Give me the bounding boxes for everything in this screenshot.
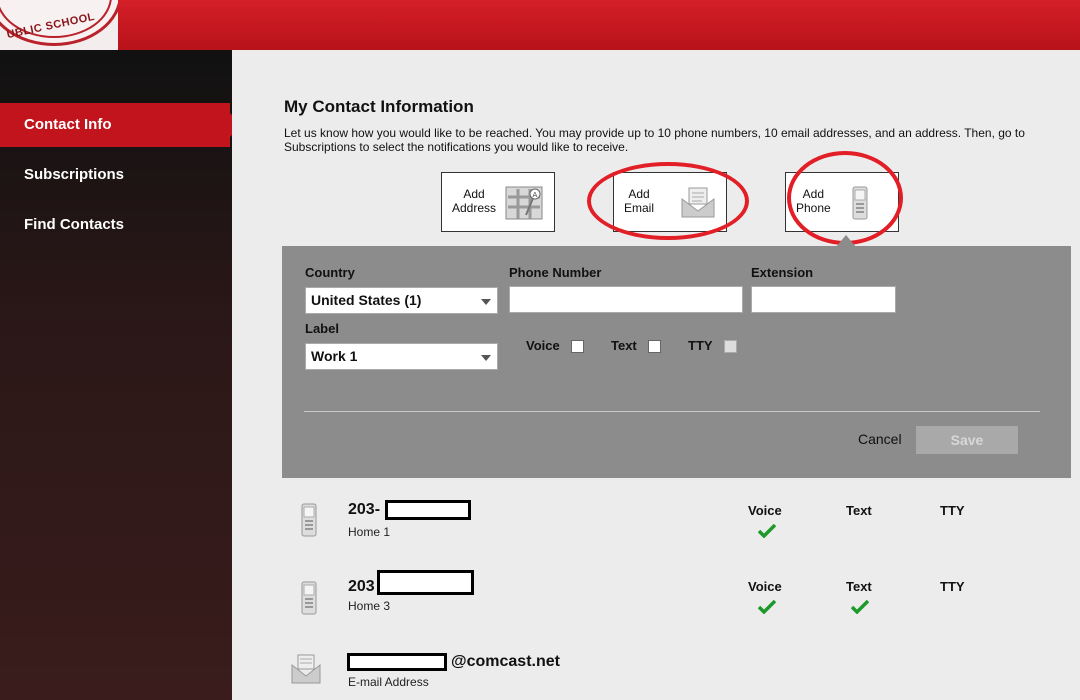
voice-checkmark-icon — [757, 599, 777, 619]
main-content: My Contact Information Let us know how y… — [232, 50, 1080, 700]
chevron-down-icon — [481, 355, 491, 361]
contact-label: Home 1 — [348, 525, 391, 539]
add-phone-line2: Phone — [796, 201, 831, 215]
envelope-icon — [680, 185, 716, 224]
page-description: Let us know how you would like to be rea… — [284, 126, 1025, 154]
tty-label: TTY — [688, 338, 713, 353]
redacted-block — [377, 570, 474, 595]
mobile-phone-icon — [300, 580, 318, 621]
tty-checkbox[interactable] — [724, 340, 737, 353]
envelope-icon — [290, 653, 322, 690]
text-column-header: Text — [846, 579, 872, 594]
extension-input[interactable] — [751, 286, 896, 313]
contact-label: E-mail Address — [348, 675, 429, 689]
mobile-phone-icon — [300, 502, 318, 543]
text-checkmark-icon — [850, 599, 870, 619]
sidebar: Contact Info Subscriptions Find Contacts — [0, 50, 242, 700]
svg-text:A: A — [533, 191, 538, 199]
form-divider — [304, 411, 1040, 412]
add-email-label: Add Email — [624, 187, 654, 215]
add-address-button[interactable]: Add Address A — [441, 172, 555, 232]
redacted-block — [385, 500, 471, 520]
phone-number-input[interactable] — [509, 286, 743, 313]
mobile-phone-icon — [850, 185, 870, 226]
label-select-value: Work 1 — [311, 348, 358, 364]
redacted-block — [347, 653, 447, 671]
text-label: Text — [611, 338, 637, 353]
add-phone-label: Add Phone — [796, 187, 831, 215]
school-logo[interactable]: UBLIC SCHOOL — [0, 0, 118, 50]
country-label: Country — [305, 265, 355, 280]
add-email-line2: Email — [624, 201, 655, 215]
label-select[interactable]: Work 1 — [305, 343, 498, 370]
label-label: Label — [305, 321, 339, 336]
chevron-down-icon — [481, 299, 491, 305]
add-address-line2: Address — [452, 201, 497, 215]
add-email-button[interactable]: Add Email — [613, 172, 727, 232]
voice-column-header: Voice — [748, 503, 782, 518]
voice-checkbox[interactable] — [571, 340, 584, 353]
contact-email-suffix: @comcast.net — [451, 653, 560, 670]
voice-label: Voice — [526, 338, 560, 353]
text-checkbox[interactable] — [648, 340, 661, 353]
phone-number-label: Phone Number — [509, 265, 602, 280]
map-icon: A — [504, 185, 544, 226]
tty-column-header: TTY — [940, 579, 965, 594]
add-phone-button[interactable]: Add Phone — [785, 172, 899, 232]
contact-label: Home 3 — [348, 599, 391, 613]
add-address-line1: Add — [463, 187, 485, 201]
extension-label: Extension — [751, 265, 814, 280]
sidebar-item-subscriptions[interactable]: Subscriptions — [0, 153, 232, 197]
sidebar-item-contact-info[interactable]: Contact Info — [0, 103, 242, 147]
contact-phone-number: 203- — [348, 501, 381, 518]
country-select[interactable]: United States (1) — [305, 287, 498, 314]
country-select-value: United States (1) — [311, 292, 422, 308]
cancel-button[interactable]: Cancel — [858, 431, 902, 447]
contact-phone-number: 203 — [348, 578, 375, 595]
voice-checkmark-icon — [757, 523, 777, 543]
tty-column-header: TTY — [940, 503, 965, 518]
save-button[interactable]: Save — [916, 426, 1018, 454]
add-address-label: Add Address — [452, 187, 496, 215]
top-banner — [0, 0, 1080, 50]
text-column-header: Text — [846, 503, 872, 518]
voice-column-header: Voice — [748, 579, 782, 594]
add-email-line1: Add — [628, 187, 650, 201]
sidebar-item-find-contacts[interactable]: Find Contacts — [0, 203, 232, 247]
add-phone-line1: Add — [802, 187, 825, 201]
page-title: My Contact Information — [284, 97, 474, 116]
add-phone-form: Country United States (1) Phone Number E… — [282, 246, 1071, 478]
